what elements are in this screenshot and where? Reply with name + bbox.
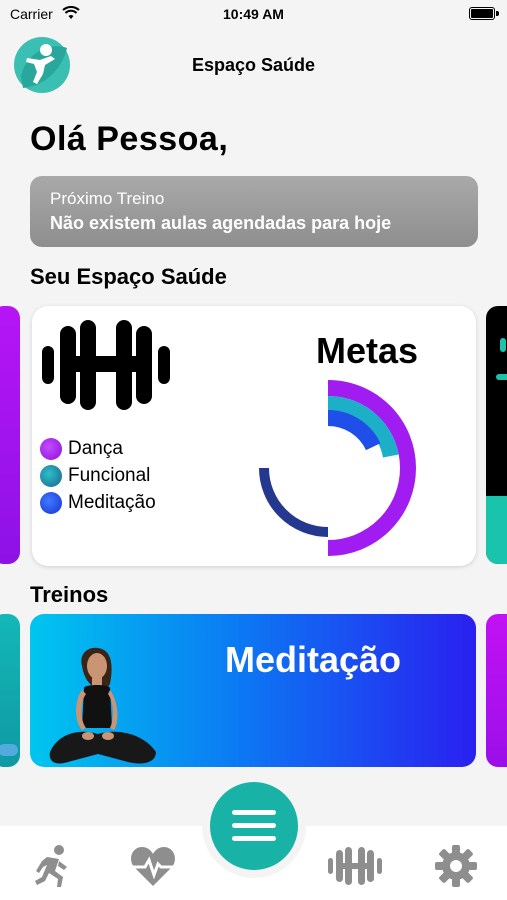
legend-dot <box>40 438 62 460</box>
menu-icon <box>232 810 276 841</box>
clock: 10:49 AM <box>223 6 284 22</box>
dumbbell-icon <box>42 320 170 410</box>
next-workout-value: Não existem aulas agendadas para hoje <box>50 213 392 233</box>
section-title-workouts: Treinos <box>30 582 109 607</box>
legend-item-danca: Dança <box>40 438 123 460</box>
carousel-card-prev[interactable] <box>0 306 20 564</box>
legend-label: Funcional <box>68 465 151 487</box>
workout-card-meditacao[interactable]: Meditação <box>30 614 476 767</box>
goals-chart <box>259 380 416 556</box>
workout-card-prev[interactable] <box>0 614 20 767</box>
dumbbell-tab-icon[interactable] <box>328 847 382 885</box>
carousel-card-next[interactable] <box>486 306 507 564</box>
app-title: Espaço Saúde <box>191 55 316 75</box>
goal-ring-base <box>259 467 329 537</box>
running-icon[interactable] <box>33 845 73 889</box>
battery-icon <box>469 7 495 20</box>
section-title-space: Seu Espaço Saúde <box>30 264 227 289</box>
greeting: Olá Pessoa, <box>30 120 229 158</box>
status-bar: Carrier 10:49 AM <box>0 0 507 28</box>
legend-item-meditacao: Meditação <box>40 492 156 514</box>
gear-icon[interactable] <box>435 845 477 887</box>
menu-button[interactable] <box>210 782 298 870</box>
battery-tip <box>496 11 499 16</box>
goals-title: Metas <box>316 330 419 371</box>
legend-label: Meditação <box>68 492 156 514</box>
next-workout-label: Próximo Treino <box>50 189 165 208</box>
legend-item-funcional: Funcional <box>40 465 150 487</box>
legend-dot <box>40 492 62 514</box>
workout-card-title: Meditação <box>225 639 402 680</box>
next-workout-card[interactable]: Próximo Treino Não existem aulas agendad… <box>30 176 478 247</box>
legend-dot <box>40 465 62 487</box>
workout-card-next[interactable] <box>486 614 507 767</box>
legend-label: Dança <box>68 438 123 460</box>
heartbeat-icon[interactable] <box>130 846 176 886</box>
meditating-woman-illustration <box>49 647 156 764</box>
